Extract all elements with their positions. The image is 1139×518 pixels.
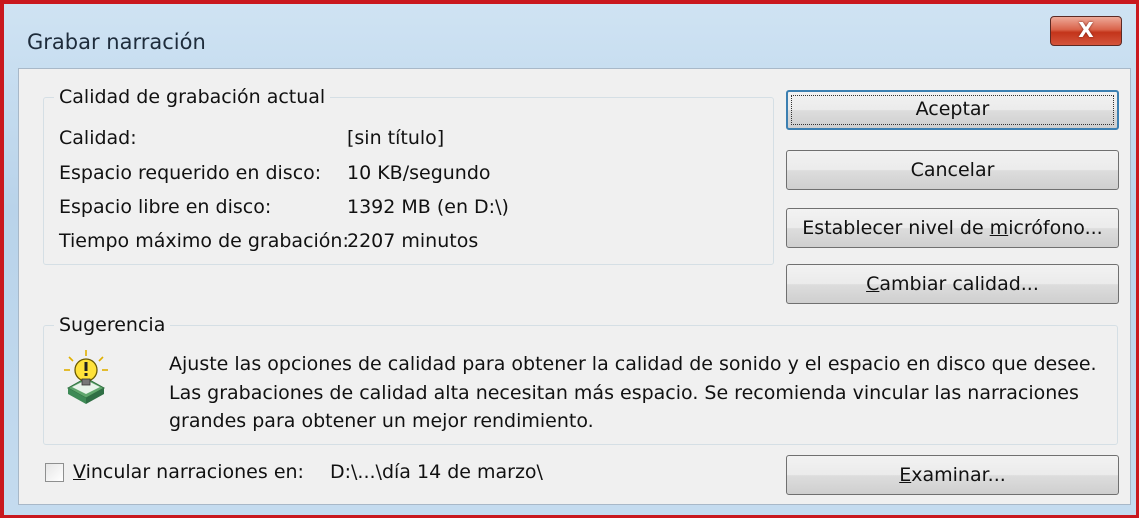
cancel-button[interactable]: Cancelar <box>786 150 1119 190</box>
cancel-button-label: Cancelar <box>910 159 995 181</box>
set-microphone-level-button[interactable]: Establecer nivel de micrófono... <box>786 208 1119 248</box>
mic-button-label-start: Establecer nivel de <box>802 217 990 239</box>
browse-button-accesskey: E <box>899 464 912 486</box>
link-path: D:\...\día 14 de marzo\ <box>330 461 543 483</box>
browse-button[interactable]: Examinar... <box>786 455 1119 495</box>
dialog-window: Grabar narración X Calidad de grabación … <box>0 0 1139 518</box>
window-title: Grabar narración <box>27 30 206 54</box>
max-time-label: Tiempo máximo de grabación: <box>59 230 349 252</box>
hint-group: Sugerencia Ajuste las opciones de calida… <box>43 314 1118 445</box>
quality-group: Calidad de grabación actual Calidad: [si… <box>43 86 774 265</box>
link-narrations-checkbox[interactable] <box>45 463 64 482</box>
quality-group-legend: Calidad de grabación actual <box>54 86 331 108</box>
quality-button-accesskey: C <box>866 273 880 295</box>
title-bar: Grabar narración X <box>4 4 1136 68</box>
focus-rectangle <box>791 95 1114 125</box>
link-narrations-label[interactable]: Vincular narraciones en: <box>73 461 304 483</box>
quality-label: Calidad: <box>59 127 137 149</box>
hint-group-legend: Sugerencia <box>54 314 171 336</box>
required-space-label: Espacio requerido en disco: <box>59 162 322 184</box>
hint-line-2: Las grabaciones de calidad alta necesita… <box>169 382 1079 404</box>
free-space-label: Espacio libre en disco: <box>59 196 272 218</box>
change-quality-button[interactable]: Cambiar calidad... <box>786 264 1119 304</box>
max-time-value: 2207 minutos <box>347 230 479 252</box>
dialog-client-area: Calidad de grabación actual Calidad: [si… <box>18 68 1131 505</box>
browse-button-label: xaminar... <box>911 464 1006 486</box>
hint-line-1: Ajuste las opciones de calidad para obte… <box>169 353 1097 375</box>
accept-button[interactable]: Aceptar <box>786 90 1119 130</box>
required-space-value: 10 KB/segundo <box>347 162 491 184</box>
link-accesskey: V <box>73 461 86 483</box>
free-space-value: 1392 MB (en D:\) <box>347 196 509 218</box>
link-label-text: incular narraciones en: <box>85 461 304 483</box>
close-button[interactable]: X <box>1050 16 1122 46</box>
lightbulb-icon <box>64 350 108 404</box>
mic-button-accesskey: m <box>989 217 1009 239</box>
hint-line-3: grandes para obtener un mejor rendimient… <box>169 410 594 432</box>
mic-button-label-end: icrófono... <box>1008 217 1103 239</box>
quality-value: [sin título] <box>347 127 445 149</box>
quality-button-label: ambiar calidad... <box>879 273 1039 295</box>
